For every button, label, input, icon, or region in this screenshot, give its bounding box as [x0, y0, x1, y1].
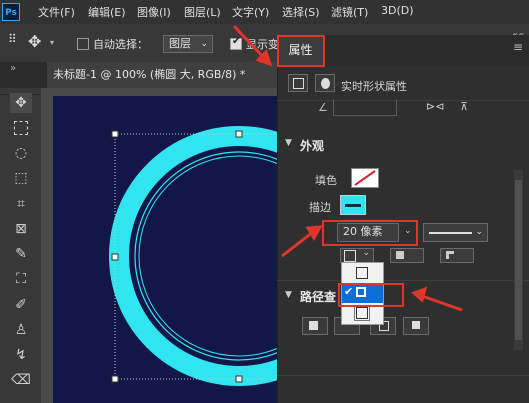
arrow-icon: [232, 24, 266, 60]
arrow-head-icon: [411, 286, 428, 303]
arrow-icon: [421, 294, 463, 312]
arrow-icon: [281, 230, 314, 258]
annotation-arrows: [232, 24, 463, 312]
